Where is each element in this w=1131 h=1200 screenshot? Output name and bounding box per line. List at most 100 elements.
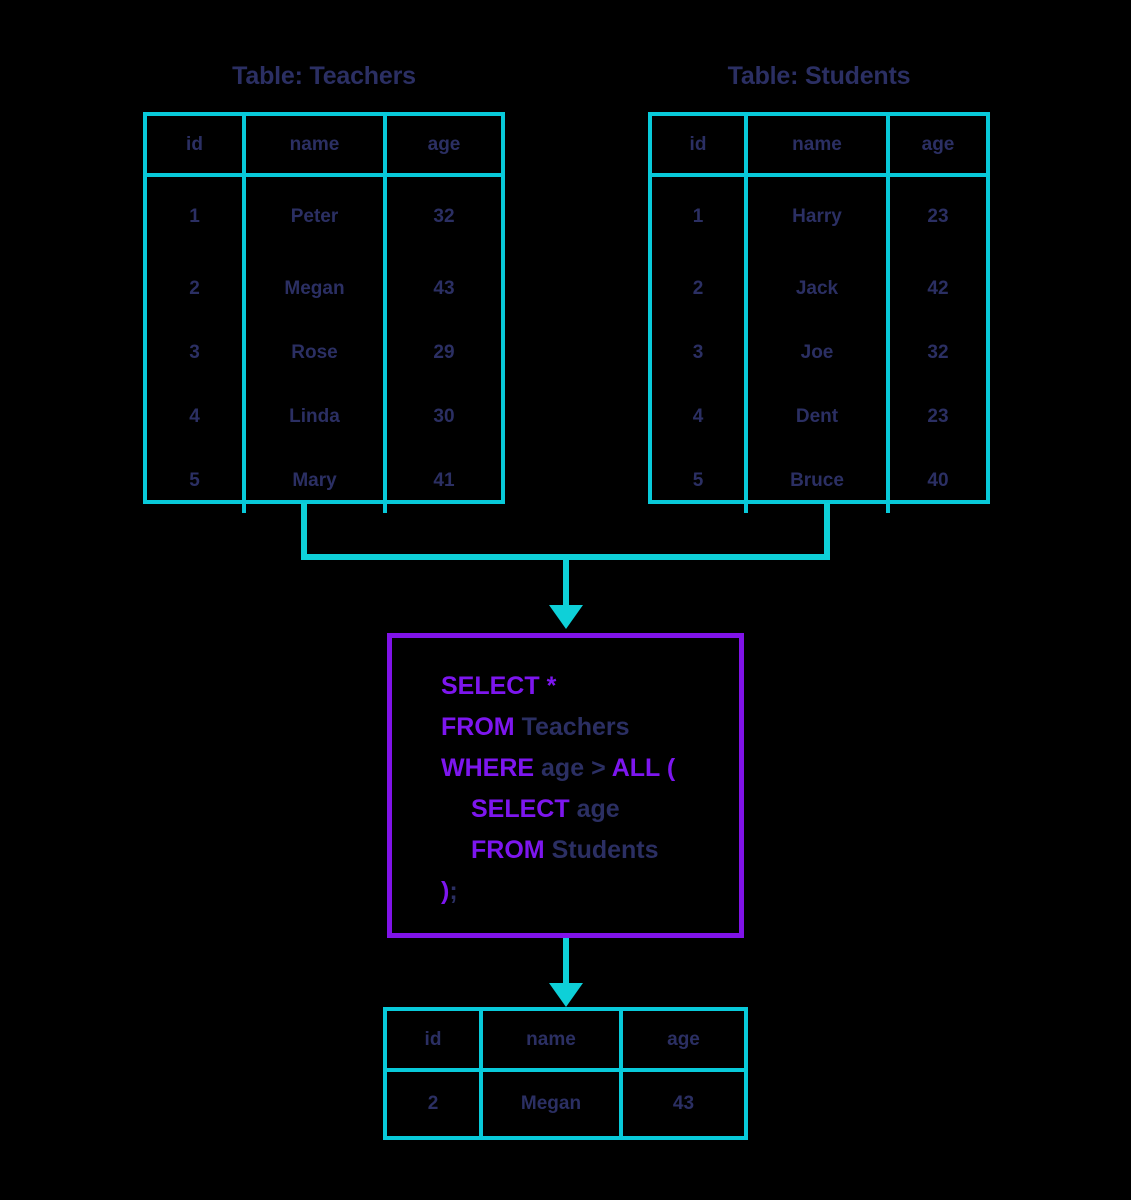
table-cell: 3 xyxy=(189,342,200,363)
table-cell: 2 xyxy=(189,278,200,299)
sql-token: WHERE xyxy=(441,754,535,782)
arrow-to-query-icon xyxy=(549,605,583,629)
column-header: name xyxy=(526,1028,576,1050)
table-cell: 32 xyxy=(433,206,455,227)
result-header-col-name: name xyxy=(483,1011,623,1068)
table-cell: 2 xyxy=(692,278,704,299)
arrow-to-result-icon xyxy=(549,983,583,1007)
students-table: id name age 1 2 3 4 5 Harry Jack Joe Den… xyxy=(648,112,990,513)
sql-token: FROM xyxy=(471,836,545,864)
table-cell: 30 xyxy=(433,406,455,427)
teachers-table: id name age 1 2 3 4 5 Peter Megan Rose L… xyxy=(143,112,505,513)
column-header: age xyxy=(921,133,955,155)
table-cell: Megan xyxy=(284,278,345,299)
sql-line: WHERE age > ALL ( xyxy=(441,756,675,781)
table-cell: 43 xyxy=(672,1093,695,1114)
connector-teachers-stub xyxy=(301,503,307,560)
teachers-table-title: Table: Teachers xyxy=(232,62,416,90)
sql-line: ); xyxy=(441,879,458,904)
table-cell: 3 xyxy=(692,342,704,363)
result-body-col-age: 43 xyxy=(623,1072,744,1136)
column-header: age xyxy=(427,133,461,155)
table-cell: 41 xyxy=(433,470,455,491)
result-body-col-id: 2 xyxy=(387,1072,483,1136)
table-cell: Jack xyxy=(795,278,839,299)
table-cell: Dent xyxy=(795,406,839,427)
table-cell: 2 xyxy=(427,1093,439,1114)
table-cell: Joe xyxy=(800,342,834,363)
sql-token: ALL xyxy=(611,754,660,782)
sql-token: ; xyxy=(449,877,458,905)
teachers-header-col-age: age xyxy=(387,116,501,173)
table-cell: 1 xyxy=(189,206,200,227)
table-cell: Linda xyxy=(289,406,340,427)
connector-students-stub xyxy=(824,503,830,560)
table-cell: 4 xyxy=(692,406,704,427)
sql-token: Students xyxy=(551,836,659,864)
sql-token: SELECT xyxy=(441,672,540,700)
students-table-title: Table: Students xyxy=(727,62,911,90)
sql-token: > xyxy=(591,754,606,782)
sql-line: SELECT * xyxy=(441,674,556,699)
sql-line: FROM Teachers xyxy=(441,715,630,740)
table-cell: Harry xyxy=(792,206,842,227)
table-cell: 5 xyxy=(692,470,704,491)
table-cell: 1 xyxy=(692,206,704,227)
teachers-body-col-id: 1 2 3 4 5 xyxy=(147,177,246,513)
sql-token: * xyxy=(546,672,557,700)
sql-token: Teachers xyxy=(521,713,630,741)
sql-line: FROM Students xyxy=(471,838,659,863)
teachers-header-col-id: id xyxy=(147,116,246,173)
table-cell: Rose xyxy=(291,342,338,363)
sql-token: age xyxy=(541,754,585,782)
connector-to-result-line xyxy=(563,938,569,986)
table-cell: Bruce xyxy=(790,470,844,491)
sql-token: FROM xyxy=(441,713,515,741)
students-body-col-age: 23 42 32 23 40 xyxy=(890,177,986,513)
table-cell: 5 xyxy=(189,470,200,491)
column-header: id xyxy=(689,133,707,155)
students-header-col-name: name xyxy=(748,116,890,173)
students-header-col-age: age xyxy=(890,116,986,173)
table-cell: 43 xyxy=(433,278,455,299)
table-cell: Megan xyxy=(520,1093,582,1114)
table-cell: 23 xyxy=(927,406,949,427)
table-cell: 4 xyxy=(189,406,200,427)
teachers-table-body: 1 2 3 4 5 Peter Megan Rose Linda Mary 32… xyxy=(147,177,501,513)
teachers-table-header: id name age xyxy=(147,116,501,177)
result-table: id name age 2 Megan 43 xyxy=(383,1007,748,1140)
diagram-canvas: Table: Teachers id name age 1 2 3 4 5 Pe… xyxy=(0,0,1131,1200)
column-header: id xyxy=(424,1028,442,1050)
table-cell: Mary xyxy=(292,470,337,491)
result-table-body: 2 Megan 43 xyxy=(387,1072,744,1136)
sql-line: SELECT age xyxy=(471,797,620,822)
result-body-col-name: Megan xyxy=(483,1072,623,1136)
column-header: id xyxy=(186,133,203,155)
table-cell: 23 xyxy=(927,206,949,227)
table-cell: Peter xyxy=(290,206,339,227)
result-header-col-id: id xyxy=(387,1011,483,1068)
students-body-col-name: Harry Jack Joe Dent Bruce xyxy=(748,177,890,513)
column-header: name xyxy=(289,133,340,155)
result-header-col-age: age xyxy=(623,1011,744,1068)
students-table-header: id name age xyxy=(652,116,986,177)
sql-token: SELECT xyxy=(471,795,570,823)
students-header-col-id: id xyxy=(652,116,748,173)
column-header: age xyxy=(667,1028,700,1050)
sql-token: age xyxy=(576,795,620,823)
teachers-header-col-name: name xyxy=(246,116,387,173)
students-body-col-id: 1 2 3 4 5 xyxy=(652,177,748,513)
result-table-header: id name age xyxy=(387,1011,744,1072)
teachers-body-col-name: Peter Megan Rose Linda Mary xyxy=(246,177,387,513)
column-header: name xyxy=(792,133,842,155)
connector-to-query-line xyxy=(563,554,569,608)
sql-token: ( xyxy=(666,754,676,782)
sql-query-box[interactable]: SELECT * FROM Teachers WHERE age > ALL ( SE… xyxy=(387,633,744,938)
table-cell: 42 xyxy=(927,278,949,299)
